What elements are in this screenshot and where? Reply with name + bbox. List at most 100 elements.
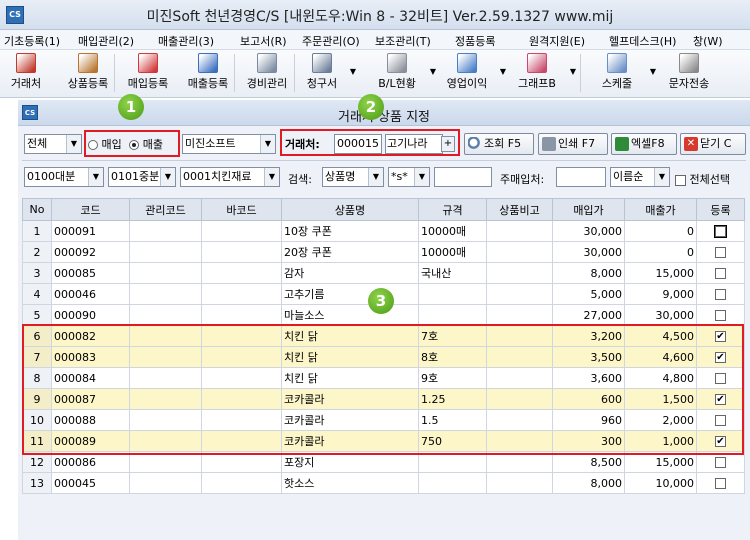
toolbar-button-label: 거래처: [10, 77, 42, 90]
cell-spec: [418, 283, 487, 305]
menu-item-0[interactable]: 기초등록(1): [4, 33, 60, 49]
title-bar: CS 미진Soft 천년경영C/S [내윈도우:Win 8 - 32비트] Ve…: [0, 0, 750, 30]
register-checkbox[interactable]: [715, 247, 726, 258]
column-header[interactable]: 관리코드: [129, 198, 202, 221]
dropdown-arrow-icon[interactable]: ▼: [570, 67, 576, 76]
register-checkbox[interactable]: [715, 289, 726, 300]
column-header[interactable]: 매입가: [552, 198, 625, 221]
register-checkbox[interactable]: [715, 478, 726, 489]
menu-item-4[interactable]: 주문관리(O): [302, 33, 360, 49]
cell-sell: 10,000: [624, 472, 697, 494]
toolbar-button-2[interactable]: 매입등록: [120, 53, 176, 95]
register-checkbox[interactable]: [714, 225, 727, 238]
company-select[interactable]: 미진소프트 ▼: [182, 134, 276, 154]
menu-item-6[interactable]: 정품등록: [455, 33, 495, 49]
chevron-down-icon: ▼: [160, 168, 175, 186]
menu-item-7[interactable]: 원격지원(E): [529, 33, 585, 49]
toolbar-button-3[interactable]: 매출등록: [180, 53, 236, 95]
column-header[interactable]: 상품명: [281, 198, 419, 221]
cell-name: 핫소스: [281, 472, 419, 494]
cell-spec: 국내산: [418, 262, 487, 284]
search-field-select[interactable]: 상품명 ▼: [322, 167, 384, 187]
chevron-down-icon: ▼: [66, 135, 81, 153]
cell-note: [486, 262, 553, 284]
column-header[interactable]: 바코드: [201, 198, 282, 221]
bar-graph-icon: [527, 53, 547, 73]
toolbar-separator: [114, 54, 115, 92]
toolbar-button-10[interactable]: 문자전송: [660, 53, 718, 95]
search-input[interactable]: [434, 167, 492, 187]
main-client-field[interactable]: [556, 167, 606, 187]
cell-note: [486, 283, 553, 305]
cell-register: [696, 220, 745, 242]
toolbar-button-8[interactable]: 그래프B ▼: [510, 53, 576, 95]
table-row[interactable]: 3 000085 감자 국내산 8,000 15,000: [22, 262, 745, 284]
menu-item-8[interactable]: 헬프데스크(H): [609, 33, 676, 49]
menu-item-2[interactable]: 매출관리(3): [158, 33, 214, 49]
cell-code: 000045: [51, 472, 130, 494]
close-icon: ✕: [684, 137, 698, 151]
cell-no: 3: [22, 262, 52, 284]
cell-no: 5: [22, 304, 52, 326]
dropdown-arrow-icon[interactable]: ▼: [430, 67, 436, 76]
toolbar-button-label: 경비관리: [246, 77, 288, 90]
register-checkbox[interactable]: [715, 268, 726, 279]
menu-item-5[interactable]: 보조관리(T): [375, 33, 431, 49]
cell-spec: 10000매: [418, 241, 487, 263]
dropdown-arrow-icon[interactable]: ▼: [350, 67, 356, 76]
dropdown-arrow-icon[interactable]: ▼: [500, 67, 506, 76]
purchase-icon: [138, 53, 158, 73]
toolbar-button-label: 매출등록: [187, 77, 229, 90]
toolbar-button-7[interactable]: 영업이익 ▼: [440, 53, 506, 95]
expense-icon: [257, 53, 277, 73]
toolbar-separator: [234, 54, 235, 92]
toolbar-button-label: 상품등록: [67, 77, 109, 90]
category-large-select[interactable]: 0100대분 ▼: [24, 167, 104, 187]
balance-icon: [387, 53, 407, 73]
cell-spec: [418, 472, 487, 494]
column-header[interactable]: 코드: [51, 198, 130, 221]
close-button[interactable]: ✕ 닫기 C: [680, 133, 746, 155]
highlight-box-2: [280, 129, 460, 156]
cell-code: 000046: [51, 283, 130, 305]
dropdown-arrow-icon[interactable]: ▼: [650, 67, 656, 76]
toolbar-button-4[interactable]: 경비관리: [240, 53, 294, 95]
register-checkbox[interactable]: [715, 310, 726, 321]
filter-all-select[interactable]: 전체 ▼: [24, 134, 82, 154]
category-small-select[interactable]: 0001치킨재료 ▼: [180, 167, 280, 187]
menu-item-3[interactable]: 보고서(R): [240, 33, 287, 49]
excel-button[interactable]: 엑셀F8: [611, 133, 677, 155]
toolbar-button-0[interactable]: 거래처: [6, 53, 46, 95]
print-button[interactable]: 인쇄 F7: [538, 133, 608, 155]
cell-name: 10장 쿠폰: [281, 220, 419, 242]
sort-select[interactable]: 이름순 ▼: [610, 167, 670, 187]
table-row[interactable]: 2 000092 20장 쿠폰 10000매 30,000 0: [22, 241, 745, 263]
column-header[interactable]: 매출가: [624, 198, 697, 221]
toolbar-button-9[interactable]: 스케줄 ▼: [590, 53, 656, 95]
column-header[interactable]: 등록: [696, 198, 745, 221]
cell-code: 000090: [51, 304, 130, 326]
toolbar-button-6[interactable]: B/L현황 ▼: [370, 53, 436, 95]
select-all-checkbox[interactable]: [675, 174, 686, 186]
category-mid-select[interactable]: 0101중분 ▼: [108, 167, 176, 187]
menu-item-9[interactable]: 창(W): [693, 33, 723, 49]
cell-sell: 0: [624, 220, 697, 242]
cell-barcode: [201, 472, 282, 494]
menu-item-1[interactable]: 매입관리(2): [78, 33, 134, 49]
table-row[interactable]: 13 000045 핫소스 8,000 10,000: [22, 472, 745, 494]
search-mode-select[interactable]: *s* ▼: [388, 167, 430, 187]
column-header[interactable]: 상품비고: [486, 198, 553, 221]
cell-register: [696, 283, 745, 305]
toolbar-button-label: 스케줄: [601, 77, 633, 90]
toolbar-button-label: 청구서: [306, 77, 338, 90]
search-button[interactable]: 조회 F5: [464, 133, 534, 155]
contact-card-icon: [16, 53, 36, 73]
table-row[interactable]: 1 000091 10장 쿠폰 10000매 30,000 0: [22, 220, 745, 242]
register-checkbox[interactable]: [715, 457, 726, 468]
toolbar-button-5[interactable]: 청구서 ▼: [300, 53, 356, 95]
column-header[interactable]: No: [22, 198, 52, 221]
cell-no: 2: [22, 241, 52, 263]
cell-code: 000085: [51, 262, 130, 284]
column-header[interactable]: 규격: [418, 198, 487, 221]
toolbar-button-1[interactable]: 상품등록: [58, 53, 118, 95]
